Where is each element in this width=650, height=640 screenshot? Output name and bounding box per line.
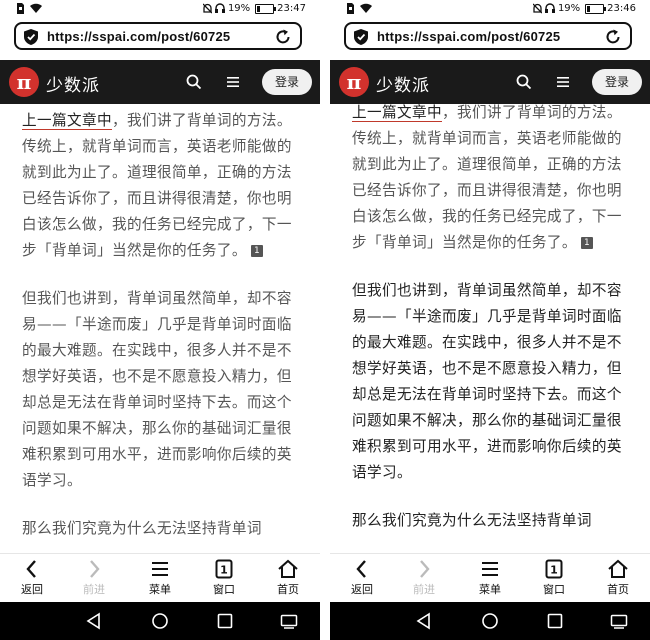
status-time: 23:47	[277, 3, 306, 14]
nav-recents-icon[interactable]	[546, 612, 564, 630]
battery-percent: 19%	[557, 3, 581, 14]
forward-arrow-icon	[90, 560, 100, 578]
nav-back-icon[interactable]	[85, 612, 103, 630]
login-button[interactable]: 登录	[262, 69, 312, 95]
phone-screen-right: 19% 23:46 https://sspai.com/post/60725 π…	[330, 0, 650, 640]
nav-recents-icon[interactable]	[216, 612, 234, 630]
paragraph-3: 那么我们究竟为什么无法坚持背单词	[352, 512, 592, 529]
system-nav-bar	[0, 602, 320, 640]
home-label: 首页	[607, 583, 629, 596]
login-button[interactable]: 登录	[592, 69, 642, 95]
bottom-toolbar: 返回 前进 菜单 1 窗口 首页	[330, 553, 650, 602]
menu-icon[interactable]	[556, 75, 570, 89]
site-header: π 少数派 登录	[330, 60, 650, 104]
text-fade	[330, 538, 650, 554]
window-label: 窗口	[213, 583, 235, 596]
nav-home-icon[interactable]	[151, 612, 169, 630]
site-name[interactable]: 少数派	[376, 71, 430, 96]
back-button[interactable]: 返回	[7, 558, 57, 597]
url-text[interactable]: https://sspai.com/post/60725	[47, 29, 230, 44]
battery-icon	[585, 3, 607, 14]
home-icon	[278, 559, 298, 578]
back-arrow-icon	[26, 560, 36, 578]
paragraph-1: 上一篇文章中，我们讲了背单词的方法。传统上，就背单词而言，英语老师能做的就到此为…	[22, 108, 302, 264]
status-bar: 19% 23:46	[330, 0, 650, 20]
hamburger-icon	[152, 562, 168, 576]
site-header: π 少数派 登录	[0, 60, 320, 104]
phone-screen-left: 19% 23:47 https://sspai.com/post/60725 π…	[0, 0, 320, 640]
menu-button[interactable]: 菜单	[135, 558, 185, 597]
previous-article-link[interactable]: 上一篇文章中	[352, 104, 442, 122]
refresh-icon[interactable]	[274, 28, 292, 46]
forward-button[interactable]: 前进	[399, 558, 449, 597]
system-nav-bar	[330, 602, 650, 640]
wifi-icon	[30, 3, 42, 13]
paragraph-2: 但我们也讲到，背单词虽然简单，却不容易——「半途而废」几乎是背单词时面临的最大难…	[352, 282, 622, 481]
nav-keyboard-icon[interactable]	[610, 612, 628, 630]
mute-icon	[202, 3, 212, 14]
forward-arrow-icon	[420, 560, 430, 578]
home-label: 首页	[277, 583, 299, 596]
refresh-icon[interactable]	[604, 28, 622, 46]
menu-label: 菜单	[149, 583, 171, 596]
url-bar[interactable]: https://sspai.com/post/60725	[14, 22, 302, 50]
nav-home-icon[interactable]	[481, 612, 499, 630]
site-name[interactable]: 少数派	[46, 71, 100, 96]
window-button[interactable]: 1 窗口	[529, 558, 579, 597]
back-arrow-icon	[356, 560, 366, 578]
bottom-toolbar: 返回 前进 菜单 1 窗口 首页	[0, 553, 320, 602]
text-fade	[0, 538, 320, 554]
hamburger-icon	[482, 562, 498, 576]
paragraph-1-text: ，我们讲了背单词的方法。传统上，就背单词而言，英语老师能做的就到此为止了。道理很…	[352, 104, 622, 251]
menu-button[interactable]: 菜单	[465, 558, 515, 597]
window-label: 窗口	[543, 583, 565, 596]
forward-label: 前进	[83, 583, 105, 596]
shield-icon	[24, 29, 38, 45]
previous-article-link[interactable]: 上一篇文章中	[22, 112, 112, 130]
notification-icon	[347, 3, 354, 14]
paragraph-2: 但我们也讲到，背单词虽然简单，却不容易——「半途而废」几乎是背单词时面临的最大难…	[22, 290, 292, 489]
article-body: 上一篇文章中，我们讲了背单词的方法。传统上，就背单词而言，英语老师能做的就到此为…	[22, 108, 302, 542]
paragraph-1-text: ，我们讲了背单词的方法。传统上，就背单词而言，英语老师能做的就到此为止了。道理很…	[22, 112, 292, 259]
url-text[interactable]: https://sspai.com/post/60725	[377, 29, 560, 44]
search-icon[interactable]	[516, 74, 532, 90]
battery-percent: 19%	[227, 3, 251, 14]
forward-button[interactable]: 前进	[69, 558, 119, 597]
site-logo[interactable]: π	[339, 67, 369, 97]
footnote-badge[interactable]: 1	[580, 237, 593, 249]
footnote-badge[interactable]: 1	[250, 245, 263, 257]
back-label: 返回	[351, 583, 373, 596]
menu-icon[interactable]	[226, 75, 240, 89]
mute-icon	[532, 3, 542, 14]
url-bar[interactable]: https://sspai.com/post/60725	[344, 22, 632, 50]
article-body: 上一篇文章中，我们讲了背单词的方法。传统上，就背单词而言，英语老师能做的就到此为…	[352, 100, 632, 534]
forward-label: 前进	[413, 583, 435, 596]
window-count-icon: 1	[215, 559, 233, 579]
search-icon[interactable]	[186, 74, 202, 90]
headset-icon	[214, 3, 225, 13]
status-time: 23:46	[607, 3, 636, 14]
site-logo[interactable]: π	[9, 67, 39, 97]
wifi-icon	[360, 3, 372, 13]
paragraph-1: 上一篇文章中，我们讲了背单词的方法。传统上，就背单词而言，英语老师能做的就到此为…	[352, 100, 632, 256]
home-button[interactable]: 首页	[263, 558, 313, 597]
home-button[interactable]: 首页	[593, 558, 643, 597]
window-count-icon: 1	[545, 559, 563, 579]
home-icon	[608, 559, 628, 578]
shield-icon	[354, 29, 368, 45]
back-label: 返回	[21, 583, 43, 596]
notification-icon	[17, 3, 24, 14]
battery-icon	[255, 3, 277, 14]
window-count: 1	[220, 564, 228, 577]
nav-keyboard-icon[interactable]	[280, 612, 298, 630]
back-button[interactable]: 返回	[337, 558, 387, 597]
nav-back-icon[interactable]	[415, 612, 433, 630]
menu-label: 菜单	[479, 583, 501, 596]
window-count: 1	[550, 564, 558, 577]
status-bar: 19% 23:47	[0, 0, 320, 20]
headset-icon	[544, 3, 555, 13]
window-button[interactable]: 1 窗口	[199, 558, 249, 597]
